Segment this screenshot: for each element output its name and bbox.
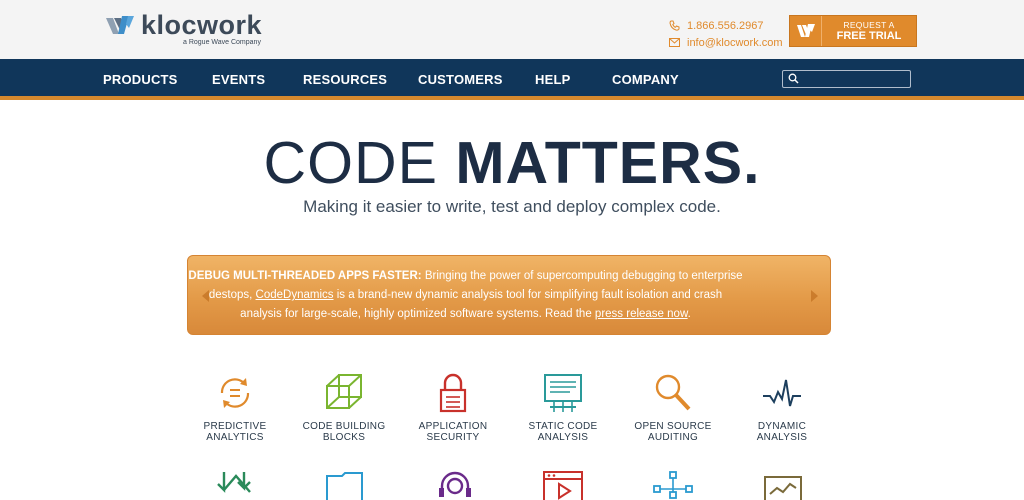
- envelope-icon: [669, 38, 680, 47]
- support-headset-icon[interactable]: [434, 470, 476, 500]
- feature-code-building-blocks[interactable]: CODE BUILDING BLOCKS: [289, 372, 399, 443]
- banner-lead: DEBUG MULTI-THREADED APPS FASTER:: [188, 270, 422, 282]
- static-code-analysis-icon: [544, 374, 582, 412]
- headline-light: CODE: [263, 130, 438, 196]
- download-arrows-icon[interactable]: [214, 470, 256, 500]
- logo-wordmark: klocwork: [141, 10, 263, 40]
- search-box: [782, 70, 911, 88]
- feature-predictive-analytics[interactable]: PREDICTIVE ANALYTICS: [180, 372, 290, 443]
- video-window-icon[interactable]: [542, 470, 584, 500]
- codedynamics-link[interactable]: CodeDynamics: [256, 289, 334, 301]
- request-free-trial-button[interactable]: REQUEST A FREE TRIAL: [789, 15, 917, 47]
- phone-row: 1.866.556.2967: [669, 17, 783, 34]
- feature-label-line1: STATIC CODE: [528, 421, 598, 432]
- feature-label-line2: ANALYSIS: [537, 432, 589, 443]
- search-icon[interactable]: [788, 73, 799, 84]
- feature-label-line1: DYNAMIC: [757, 421, 807, 432]
- code-building-blocks-icon: [326, 374, 362, 409]
- klocwork-mark-icon: [790, 16, 822, 46]
- banner-text: DEBUG MULTI-THREADED APPS FASTER: Bringi…: [188, 267, 743, 324]
- feature-application-security[interactable]: APPLICATION SECURITY: [398, 372, 508, 443]
- trial-label-line2: FREE TRIAL: [836, 30, 902, 42]
- predictive-analytics-icon: [220, 378, 250, 408]
- nav-item-company[interactable]: COMPANY: [612, 72, 679, 87]
- feature-label-line2: BLOCKS: [322, 432, 366, 443]
- banner-text-4: .: [687, 308, 691, 320]
- nav-item-events[interactable]: EVENTS: [212, 72, 265, 87]
- feature-label-line2: AUDITING: [647, 432, 699, 443]
- feature-label-line2: ANALYSIS: [756, 432, 808, 443]
- nav-accent-stripe: [0, 96, 1024, 100]
- banner-next-arrow-icon[interactable]: [810, 290, 818, 302]
- nav-item-resources[interactable]: RESOURCES: [303, 72, 387, 87]
- nav-item-help[interactable]: HELP: [535, 72, 570, 87]
- feature-label-line1: PREDICTIVE: [203, 421, 267, 432]
- application-security-icon: [439, 373, 467, 413]
- contact-info: 1.866.556.2967 info@klocwork.com: [669, 17, 783, 51]
- klocwork-logo[interactable]: klocwork a Rogue Wave Company: [104, 12, 262, 46]
- folder-icon[interactable]: [324, 472, 366, 500]
- top-header: klocwork a Rogue Wave Company 1.866.556.…: [0, 0, 1024, 59]
- logo-tagline: a Rogue Wave Company: [183, 39, 261, 46]
- banner-prev-arrow-icon[interactable]: [202, 290, 210, 302]
- nav-item-customers[interactable]: CUSTOMERS: [418, 72, 503, 87]
- feature-static-code-analysis[interactable]: STATIC CODE ANALYSIS: [508, 372, 618, 443]
- phone-icon: [669, 20, 680, 31]
- promo-banner: DEBUG MULTI-THREADED APPS FASTER: Bringi…: [187, 255, 831, 335]
- feature-label-line1: OPEN SOURCE: [634, 421, 712, 432]
- banner-text-2: tops,: [227, 289, 256, 301]
- feature-open-source-auditing[interactable]: OPEN SOURCE AUDITING: [618, 372, 728, 443]
- chart-monitor-icon[interactable]: [762, 472, 804, 500]
- email-row: info@klocwork.com: [669, 34, 783, 51]
- email-address[interactable]: info@klocwork.com: [687, 37, 783, 49]
- phone-number[interactable]: 1.866.556.2967: [687, 20, 763, 32]
- headline-bold: MATTERS.: [455, 130, 761, 196]
- press-release-link[interactable]: press release now: [595, 308, 688, 320]
- feature-dynamic-analysis[interactable]: DYNAMIC ANALYSIS: [727, 372, 837, 443]
- search-input[interactable]: [803, 72, 907, 86]
- main-nav: PRODUCTS EVENTS RESOURCES CUSTOMERS HELP…: [0, 59, 1024, 96]
- feature-label-line2: SECURITY: [426, 432, 480, 443]
- feature-label-line2: ANALYTICS: [206, 432, 264, 443]
- open-source-auditing-icon: [655, 374, 691, 411]
- feature-label-line1: APPLICATION: [418, 421, 488, 432]
- nav-item-products[interactable]: PRODUCTS: [103, 72, 178, 87]
- klocwork-logo-icon: [106, 16, 134, 34]
- dynamic-analysis-icon: [763, 379, 801, 407]
- hero-tagline: Making it easier to write, test and depl…: [303, 197, 721, 216]
- feature-label-line1: CODE BUILDING: [302, 421, 386, 432]
- page-headline: CODE MATTERS.: [0, 128, 1024, 198]
- network-nodes-icon[interactable]: [652, 470, 694, 500]
